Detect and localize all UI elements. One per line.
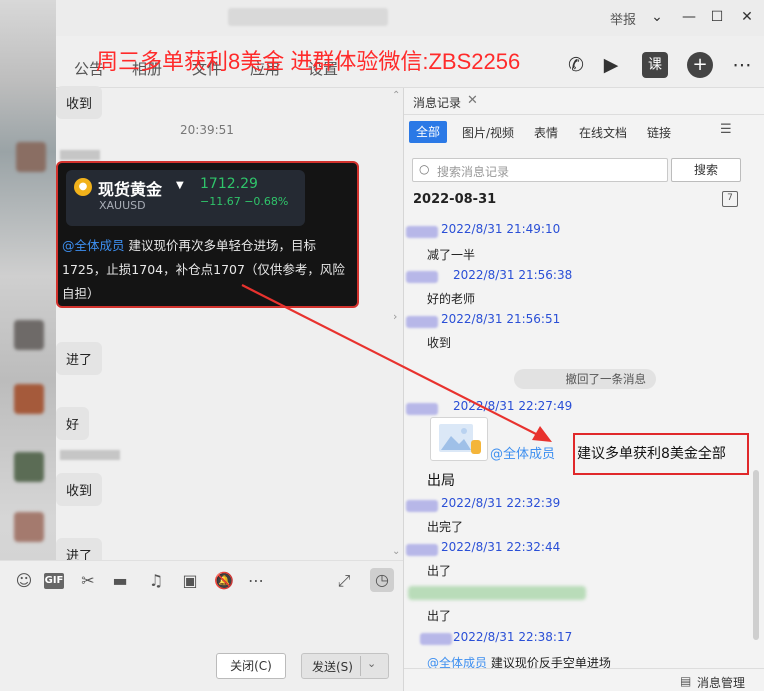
expand-icon[interactable]: ⤢: [334, 571, 354, 591]
message-manager-link[interactable]: 消息管理: [697, 674, 745, 691]
filter-links[interactable]: 链接: [647, 124, 671, 141]
dropdown-caret-icon: ▼: [176, 180, 184, 191]
maximize-icon[interactable]: ☐: [708, 8, 726, 26]
entry-time: 2022/8/31 22:27:49: [453, 399, 573, 413]
quote-name: 现货黄金: [98, 180, 163, 199]
image-placeholder-icon: [439, 424, 481, 454]
avatar[interactable]: [14, 384, 44, 414]
filter-media[interactable]: 图片/视频: [462, 124, 514, 141]
highlight-box: [573, 433, 749, 475]
send-split-divider: [360, 656, 361, 676]
sender-name-blurred: [408, 586, 586, 600]
search-button[interactable]: 搜索: [671, 158, 741, 182]
sender-name-blurred: [406, 500, 438, 512]
mute-icon[interactable]: 🔕: [214, 571, 234, 590]
chevron-down-icon[interactable]: ⌄: [648, 8, 666, 26]
entry-time: 2022/8/31 21:56:51: [441, 312, 561, 326]
sender-name-blurred: [420, 633, 452, 645]
quote-change: −11.67 −0.68%: [200, 195, 289, 208]
filter-stickers[interactable]: 表情: [534, 124, 558, 141]
avatar[interactable]: [16, 142, 46, 172]
divider: [404, 114, 764, 115]
history-clock-icon[interactable]: ◷: [370, 568, 394, 592]
filter-all[interactable]: 全部: [409, 121, 447, 143]
close-window-icon[interactable]: ✕: [738, 8, 756, 26]
entry-time: 2022/8/31 21:49:10: [441, 222, 561, 236]
sender-name-blurred: [406, 403, 438, 415]
entry-time: 2022/8/31 22:32:39: [441, 496, 561, 510]
add-icon[interactable]: +: [687, 52, 713, 78]
promo-overlay-text: 周三多单获利8美金 进群体验微信:ZBS2256: [96, 49, 521, 74]
chevron-down-icon[interactable]: ⌄: [367, 657, 376, 670]
card-message-text: @全体成员 建议现价再次多单轻仓进场，目标1725，止损1704，补仓点1707…: [62, 234, 354, 306]
history-scrollbar[interactable]: [753, 470, 759, 640]
entry-message: 出了: [427, 564, 452, 578]
chat-message: 进了: [56, 342, 103, 375]
image-icon[interactable]: ▣: [180, 571, 200, 590]
gold-coin-icon: ●: [74, 178, 92, 196]
avatar[interactable]: [14, 512, 44, 542]
date-header: 2022-08-31: [413, 192, 497, 207]
mention-all[interactable]: @全体成员: [490, 443, 555, 462]
quote-price: 1712.29: [200, 176, 258, 192]
report-link[interactable]: 举报: [610, 9, 636, 28]
search-placeholder: 搜索消息记录: [437, 165, 510, 179]
mention-all[interactable]: @全体成员: [62, 238, 125, 253]
sender-name-blurred: [406, 226, 438, 238]
entry-message: 收到: [427, 336, 452, 350]
window-title-blurred: [228, 8, 388, 26]
scissors-icon[interactable]: ✂: [78, 571, 98, 590]
phone-icon[interactable]: ✆: [563, 52, 589, 78]
search-icon: ○: [419, 162, 430, 176]
entry-message: 出完了: [427, 520, 464, 534]
folder-icon[interactable]: ▬: [110, 571, 130, 590]
chat-message: 收到: [56, 473, 103, 506]
chat-message: 收到: [56, 86, 103, 119]
recall-notice: 撤回了一条消息: [514, 369, 656, 389]
sender-name-blurred: [406, 544, 438, 556]
calendar-icon[interactable]: 7: [722, 191, 738, 207]
more-tools-icon[interactable]: ⋯: [246, 571, 266, 590]
collapse-panel-icon[interactable]: ›: [393, 310, 403, 336]
entry-time: 2022/8/31 22:32:44: [441, 540, 561, 554]
gif-icon[interactable]: GIF: [44, 573, 64, 589]
quote-code: XAUUSD: [99, 199, 146, 212]
sender-name-blurred: [60, 450, 120, 460]
highlighted-message-tail: 出局: [427, 473, 455, 489]
send-button-label: 发送(S): [312, 660, 353, 674]
filter-docs[interactable]: 在线文档: [579, 124, 627, 141]
entry-message: 减了一半: [427, 248, 476, 262]
entry-time: 2022/8/31 22:38:17: [453, 630, 573, 644]
avatar[interactable]: [14, 452, 44, 482]
music-icon[interactable]: ♫: [146, 571, 166, 590]
image-thumbnail[interactable]: [430, 417, 488, 461]
sender-name-blurred: [60, 150, 100, 160]
chat-scroll-up-icon[interactable]: ⌃: [392, 90, 400, 101]
close-icon[interactable]: ✕: [467, 93, 478, 108]
filter-options-icon[interactable]: ☰: [720, 122, 732, 137]
video-icon[interactable]: ▶: [598, 52, 624, 78]
chat-timestamp: 20:39:51: [180, 123, 234, 137]
entry-message: 好的老师: [427, 292, 476, 306]
more-icon[interactable]: ⋯: [729, 52, 755, 78]
sender-name-blurred: [406, 271, 438, 283]
message-manager-icon[interactable]: ▤: [680, 674, 691, 688]
emoji-icon[interactable]: ☺: [14, 571, 34, 590]
avatar[interactable]: [14, 320, 44, 350]
chat-scroll-down-icon[interactable]: ⌄: [392, 546, 400, 557]
entry-message: 出了: [427, 609, 452, 623]
course-icon[interactable]: 课: [642, 52, 668, 78]
minimize-icon[interactable]: —: [680, 8, 698, 26]
sender-name-blurred: [406, 316, 438, 328]
tab-message-history[interactable]: 消息记录: [413, 94, 461, 111]
entry-time: 2022/8/31 21:56:38: [453, 268, 573, 282]
close-button[interactable]: 关闭(C): [216, 653, 286, 679]
chat-message: 好: [56, 407, 90, 440]
